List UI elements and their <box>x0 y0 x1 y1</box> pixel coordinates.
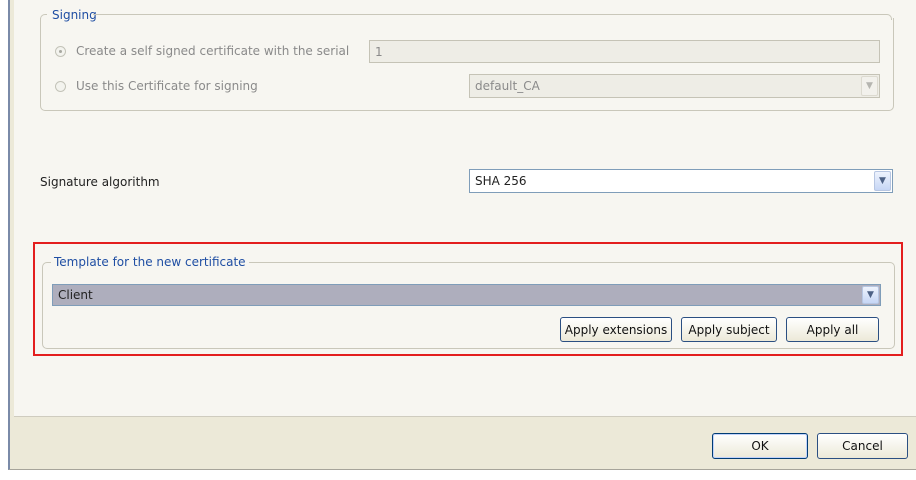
apply-subject-button[interactable]: Apply subject <box>681 317 777 342</box>
frame-bottom-margin <box>8 470 916 480</box>
signature-algorithm-select[interactable]: SHA 256 ▼ <box>469 169 893 193</box>
apply-extensions-button[interactable]: Apply extensions <box>560 317 672 342</box>
signature-algorithm-value: SHA 256 <box>475 174 527 188</box>
signing-group-top-edge <box>93 14 892 20</box>
signature-algorithm-label: Signature algorithm <box>40 175 160 189</box>
signing-ca-value: default_CA <box>475 79 540 93</box>
radio-use-certificate-label: Use this Certificate for signing <box>76 79 258 93</box>
radio-self-signed-label: Create a self signed certificate with th… <box>76 44 350 58</box>
radio-use-certificate[interactable]: Use this Certificate for signing <box>55 79 258 93</box>
template-value: Client <box>58 288 93 302</box>
chevron-down-icon[interactable]: ▼ <box>862 286 879 304</box>
chevron-down-icon[interactable]: ▼ <box>861 76 878 96</box>
chevron-down-icon[interactable]: ▼ <box>874 171 891 191</box>
cancel-button[interactable]: Cancel <box>817 433 908 459</box>
radio-use-certificate-button[interactable] <box>55 80 66 92</box>
apply-all-button[interactable]: Apply all <box>786 317 879 342</box>
template-select[interactable]: Client ▼ <box>52 284 881 306</box>
template-legend: Template for the new certificate <box>51 255 249 269</box>
serial-input[interactable]: 1 <box>369 40 880 63</box>
signing-group-corner <box>40 14 47 21</box>
radio-self-signed-button[interactable] <box>55 45 66 57</box>
ok-button[interactable]: OK <box>712 433 808 459</box>
radio-self-signed[interactable]: Create a self signed certificate with th… <box>55 44 349 58</box>
signing-ca-select[interactable]: default_CA ▼ <box>469 74 880 98</box>
